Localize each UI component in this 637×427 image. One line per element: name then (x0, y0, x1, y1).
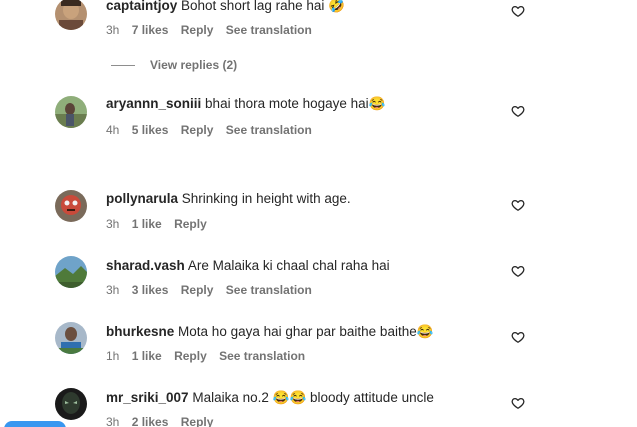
comment-item: captaintjoy Bohot short lag rahe hai 🤣 3… (0, 0, 637, 44)
comment-item: pollynarula Shrinking in height with age… (0, 190, 637, 234)
comment-line: mr_sriki_007 Malaika no.2 😂😂 bloody atti… (106, 390, 434, 406)
comment-username[interactable]: sharad.vash (106, 258, 185, 273)
reply-button[interactable]: Reply (181, 283, 214, 297)
reply-button[interactable]: Reply (174, 349, 207, 363)
comment-time: 3h (106, 283, 120, 297)
reply-button[interactable]: Reply (181, 23, 214, 37)
comment-item: bhurkesne Mota ho gaya hai ghar par bait… (0, 322, 637, 366)
comment-line: sharad.vash Are Malaika ki chaal chal ra… (106, 258, 390, 274)
heart-icon[interactable] (511, 104, 525, 118)
comment-text: Bohot short lag rahe hai 🤣 (181, 0, 345, 13)
heart-icon[interactable] (511, 4, 525, 18)
view-replies-button[interactable]: View replies (2) (111, 58, 237, 72)
avatar[interactable] (55, 96, 87, 128)
comment-meta: 3h 1 like Reply (106, 217, 216, 231)
comment-text: Are Malaika ki chaal chal raha hai (187, 258, 390, 273)
likes-count[interactable]: 1 like (132, 217, 162, 231)
comment-line: captaintjoy Bohot short lag rahe hai 🤣 (106, 0, 345, 14)
comment-username[interactable]: captaintjoy (106, 0, 177, 13)
see-translation-button[interactable]: See translation (226, 123, 312, 137)
comment-text: Malaika no.2 😂😂 bloody attitude uncle (192, 390, 434, 405)
comment-meta: 4h 5 likes Reply See translation (106, 123, 321, 137)
reply-button[interactable]: Reply (181, 415, 214, 427)
avatar[interactable] (55, 190, 87, 222)
comment-text: bhai thora mote hogaye hai😂 (205, 96, 386, 111)
replies-divider (111, 65, 135, 67)
comment-item: mr_sriki_007 Malaika no.2 😂😂 bloody atti… (0, 388, 637, 427)
reply-button[interactable]: Reply (181, 123, 214, 137)
comment-username[interactable]: pollynarula (106, 191, 178, 206)
comment-meta: 3h 3 likes Reply See translation (106, 283, 321, 297)
comment-time: 1h (106, 349, 120, 363)
avatar[interactable] (55, 322, 87, 354)
likes-count[interactable]: 3 likes (132, 283, 169, 297)
comment-time: 3h (106, 415, 120, 427)
comments-panel: captaintjoy Bohot short lag rahe hai 🤣 3… (0, 0, 637, 427)
comment-line: bhurkesne Mota ho gaya hai ghar par bait… (106, 324, 434, 340)
avatar[interactable] (55, 0, 87, 30)
comment-time: 3h (106, 217, 120, 231)
floating-action-pill[interactable] (4, 421, 66, 427)
see-translation-button[interactable]: See translation (219, 349, 305, 363)
likes-count[interactable]: 5 likes (132, 123, 169, 137)
likes-count[interactable]: 7 likes (132, 23, 169, 37)
likes-count[interactable]: 2 likes (132, 415, 169, 427)
comment-item: aryannn_soniii bhai thora mote hogaye ha… (0, 96, 637, 140)
heart-icon[interactable] (511, 264, 525, 278)
comment-meta: 3h 7 likes Reply See translation (106, 23, 321, 37)
avatar[interactable] (55, 256, 87, 288)
comment-item: sharad.vash Are Malaika ki chaal chal ra… (0, 256, 637, 300)
comment-line: pollynarula Shrinking in height with age… (106, 191, 351, 207)
comment-time: 3h (106, 23, 120, 37)
heart-icon[interactable] (511, 198, 525, 212)
comment-time: 4h (106, 123, 120, 137)
likes-count[interactable]: 1 like (132, 349, 162, 363)
heart-icon[interactable] (511, 396, 525, 410)
reply-button[interactable]: Reply (174, 217, 207, 231)
comment-text: Shrinking in height with age. (181, 191, 351, 206)
comment-meta: 1h 1 like Reply See translation (106, 349, 314, 363)
comment-username[interactable]: mr_sriki_007 (106, 390, 189, 405)
comment-meta: 3h 2 likes Reply (106, 415, 222, 427)
heart-icon[interactable] (511, 330, 525, 344)
view-replies-label: View replies (2) (150, 58, 238, 72)
comment-username[interactable]: aryannn_soniii (106, 96, 201, 111)
see-translation-button[interactable]: See translation (226, 23, 312, 37)
avatar[interactable] (55, 388, 87, 420)
comment-line: aryannn_soniii bhai thora mote hogaye ha… (106, 96, 385, 112)
comment-text: Mota ho gaya hai ghar par baithe baithe😂 (178, 324, 434, 339)
see-translation-button[interactable]: See translation (226, 283, 312, 297)
comment-username[interactable]: bhurkesne (106, 324, 174, 339)
